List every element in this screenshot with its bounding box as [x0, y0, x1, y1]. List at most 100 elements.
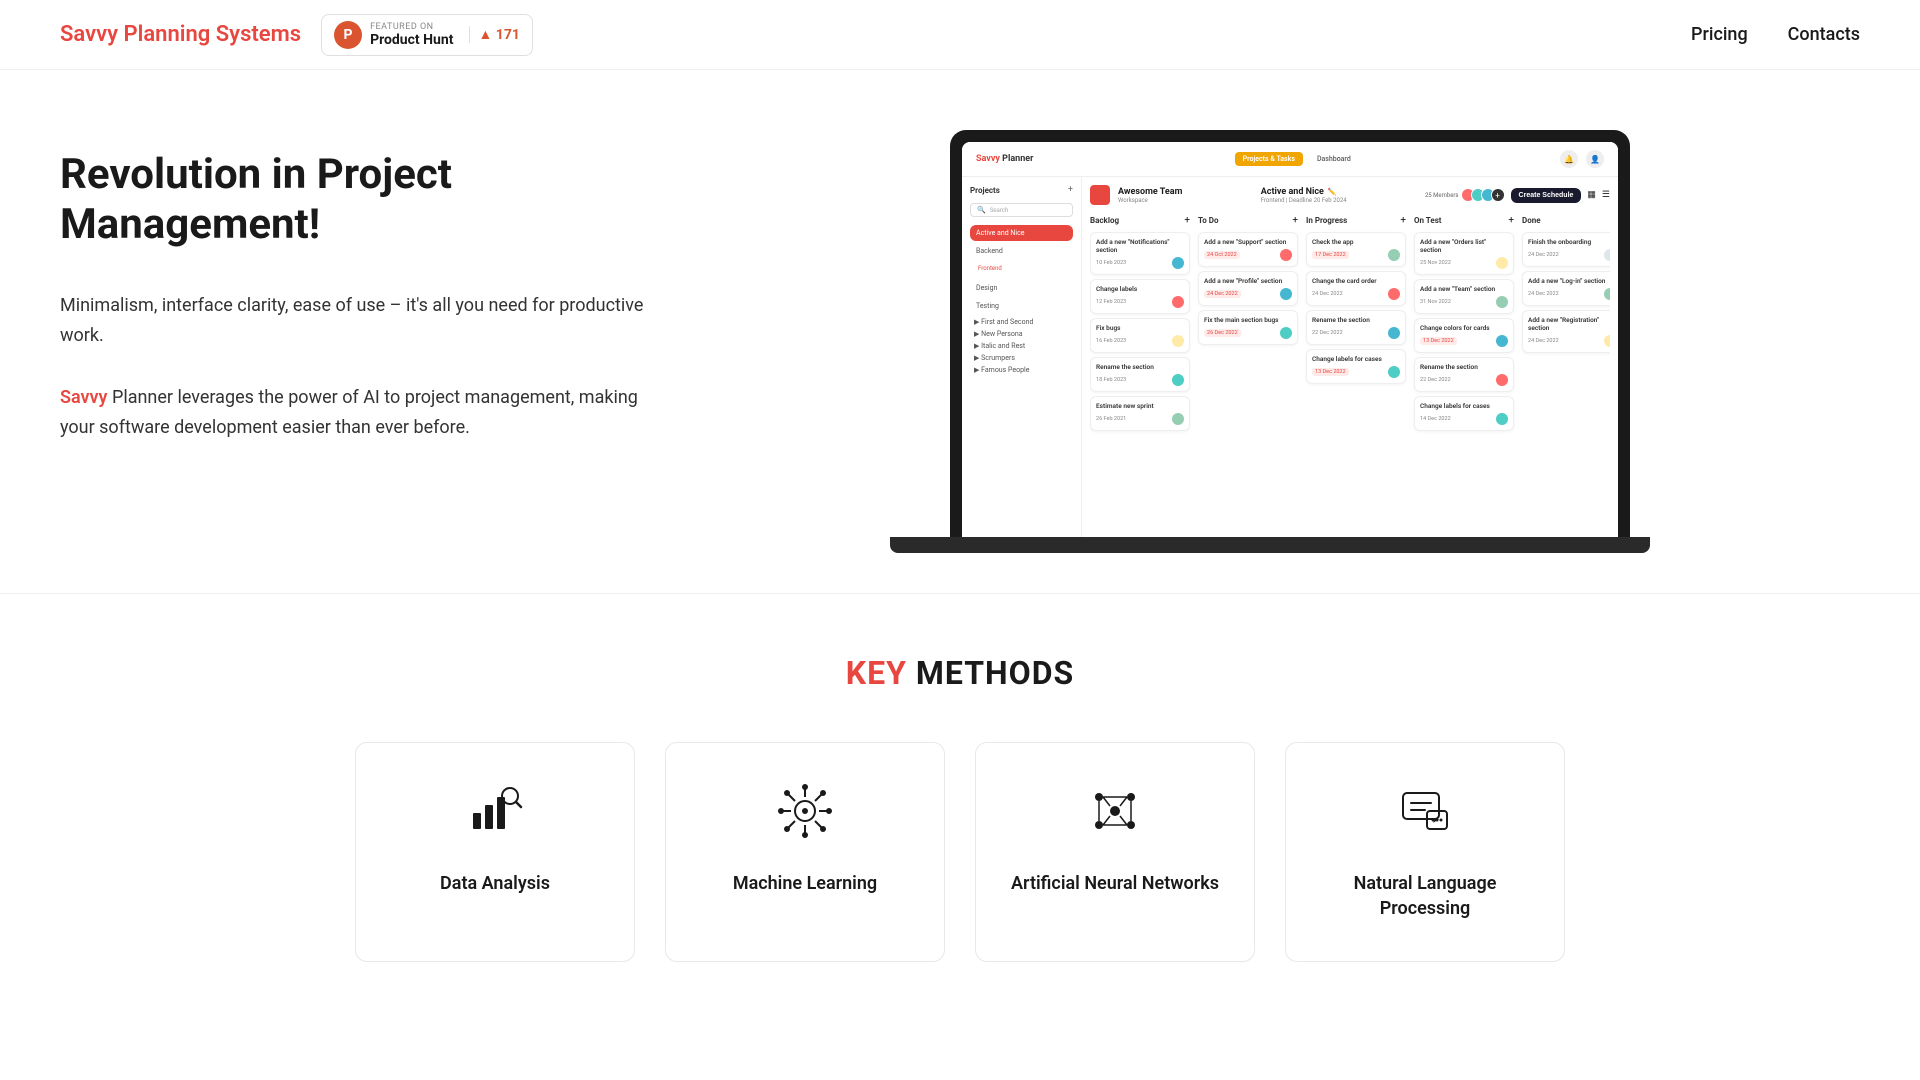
- sidebar-item-scrum[interactable]: ▶ Scrumpers: [970, 352, 1073, 364]
- app-tab-projects[interactable]: Projects & Tasks: [1235, 152, 1303, 166]
- nav-pricing[interactable]: Pricing: [1691, 24, 1748, 45]
- header-actions: 25 Members + Create Schedule: [1425, 188, 1610, 203]
- card-avatar: [1280, 327, 1292, 339]
- data-analysis-icon: [467, 783, 523, 851]
- avatar-icon[interactable]: 👤: [1586, 150, 1604, 168]
- hero-section: Revolution in Project Management! Minima…: [0, 70, 1920, 593]
- card-avatar: [1280, 288, 1292, 300]
- method-name-data-analysis: Data Analysis: [440, 871, 550, 896]
- nav-contacts[interactable]: Contacts: [1788, 24, 1860, 45]
- project-info: Active and Nice ✏️ Frontend | Deadline 2…: [1261, 187, 1347, 204]
- sidebar-item-famous[interactable]: ▶ Famous People: [970, 364, 1073, 376]
- card-profile: Add a new "Profile" section 24 Dec 2022: [1198, 271, 1298, 306]
- product-hunt-badge[interactable]: P FEATURED ON Product Hunt ▲ 171: [321, 14, 533, 56]
- project-name: Active and Nice ✏️: [1261, 187, 1347, 197]
- card-team: Add a new "Team" section 31 Nov 2022: [1414, 279, 1514, 314]
- card-notifications: Add a new "Notifications" section 10 Feb…: [1090, 232, 1190, 275]
- card-support: Add a new "Support" section 24 Oct 2022: [1198, 232, 1298, 267]
- project-meta: Frontend | Deadline 20 Feb 2024: [1261, 197, 1347, 204]
- kanban-col-done: Done + Finish the onboarding 24 Dec 2022: [1522, 215, 1610, 515]
- nlp-icon: [1397, 783, 1453, 851]
- app-main-header: Awesome Team Workspace Active and Nice ✏…: [1090, 185, 1610, 205]
- view-icon-list[interactable]: ☰: [1602, 190, 1610, 200]
- member-avatar-more: +: [1491, 188, 1505, 202]
- card-colors: Change colors for cards 13 Dec 2022: [1414, 318, 1514, 353]
- sidebar-add-icon[interactable]: +: [1068, 185, 1073, 195]
- search-icon: 🔍: [977, 206, 986, 214]
- sidebar-item-first[interactable]: ▶ First and Second: [970, 316, 1073, 328]
- method-card-neural-networks: Artificial Neural Networks: [975, 742, 1255, 962]
- bell-icon[interactable]: 🔔: [1560, 150, 1578, 168]
- todo-add[interactable]: +: [1292, 215, 1298, 226]
- app-tab-dashboard[interactable]: Dashboard: [1309, 152, 1359, 166]
- kanban-col-ontest: On Test + Add a new "Orders list" sectio…: [1414, 215, 1514, 515]
- card-avatar: [1172, 413, 1184, 425]
- sidebar-item-active-nice[interactable]: Active and Nice: [970, 225, 1073, 241]
- hero-title: Revolution in Project Management!: [60, 150, 660, 251]
- team-name: Awesome Team: [1118, 187, 1182, 197]
- backlog-add[interactable]: +: [1184, 215, 1190, 226]
- team-avatar: [1090, 185, 1110, 205]
- ontest-add[interactable]: +: [1508, 215, 1514, 226]
- app-mockup: Savvy Planner Projects & Tasks Dashboard…: [962, 142, 1618, 537]
- view-icon-grid[interactable]: ▦: [1587, 190, 1596, 200]
- team-info: Awesome Team Workspace: [1090, 185, 1182, 205]
- laptop-screen: Savvy Planner Projects & Tasks Dashboard…: [962, 142, 1618, 537]
- kanban-col-todo: To Do + Add a new "Support" section 24 O…: [1198, 215, 1298, 515]
- sidebar-item-frontend: Frontend: [970, 261, 1073, 276]
- app-content: Projects + 🔍 Search Active and Nice Back…: [962, 177, 1618, 537]
- card-avatar: [1388, 327, 1400, 339]
- laptop-base: [890, 537, 1650, 553]
- inprogress-add[interactable]: +: [1400, 215, 1406, 226]
- logo-text: Planning Systems: [118, 22, 301, 47]
- card-bugs: Fix bugs 16 Feb 2023: [1090, 318, 1190, 353]
- hero-description: Minimalism, interface clarity, ease of u…: [60, 291, 660, 444]
- card-main-bugs: Fix the main section bugs 26 Dec 2022: [1198, 310, 1298, 345]
- create-schedule-button[interactable]: Create Schedule: [1511, 188, 1582, 203]
- kanban-col-backlog: Backlog + Add a new "Notifications" sect…: [1090, 215, 1190, 515]
- card-labels-cases2: Change labels for cases 14 Dec 2022: [1414, 396, 1514, 431]
- card-avatar: [1172, 374, 1184, 386]
- card-onboarding: Finish the onboarding 24 Dec 2022: [1522, 232, 1610, 267]
- kanban-col-inprogress: In Progress + Check the app 17 Dec 2022: [1306, 215, 1406, 515]
- method-name-neural-networks: Artificial Neural Networks: [1011, 871, 1219, 896]
- edit-icon[interactable]: ✏️: [1328, 188, 1337, 196]
- methods-grid: Data Analysis: [100, 742, 1820, 962]
- method-name-machine-learning: Machine Learning: [733, 871, 877, 896]
- card-avatar: [1604, 335, 1610, 347]
- logo-savvy: Savvy: [60, 22, 118, 47]
- sidebar-title: Projects: [970, 186, 1000, 195]
- card-labels: Change labels 12 Feb 2023: [1090, 279, 1190, 314]
- laptop-frame: Savvy Planner Projects & Tasks Dashboard…: [950, 130, 1630, 537]
- sidebar-search[interactable]: 🔍 Search: [970, 203, 1073, 217]
- sidebar-item-backend[interactable]: Backend: [970, 243, 1073, 259]
- app-logo: Savvy Planner: [976, 154, 1033, 164]
- card-card-order: Change the card order 24 Dec 2022: [1306, 271, 1406, 306]
- app-topbar: Savvy Planner Projects & Tasks Dashboard…: [962, 142, 1618, 177]
- hero-mockup: Savvy Planner Projects & Tasks Dashboard…: [720, 130, 1860, 553]
- sidebar-item-italic[interactable]: ▶ Italic and Rest: [970, 340, 1073, 352]
- card-avatar: [1496, 374, 1508, 386]
- app-sidebar: Projects + 🔍 Search Active and Nice Back…: [962, 177, 1082, 537]
- card-avatar: [1388, 249, 1400, 261]
- card-avatar: [1496, 296, 1508, 308]
- app-tabs: Projects & Tasks Dashboard: [1235, 152, 1359, 166]
- team-workspace: Workspace: [1118, 197, 1182, 204]
- sidebar-item-design[interactable]: Design: [970, 280, 1073, 296]
- method-card-machine-learning: Machine Learning: [665, 742, 945, 962]
- method-card-nlp: Natural Language Processing: [1285, 742, 1565, 962]
- card-avatar: [1172, 257, 1184, 269]
- hero-text: Revolution in Project Management! Minima…: [60, 130, 660, 444]
- card-login: Add a new "Log-in" section 24 Dec 2022: [1522, 271, 1610, 306]
- method-name-nlp: Natural Language Processing: [1316, 871, 1534, 921]
- method-card-data-analysis: Data Analysis: [355, 742, 635, 962]
- product-hunt-text: FEATURED ON Product Hunt: [370, 22, 453, 48]
- card-orders: Add a new "Orders list" section 25 Nov 2…: [1414, 232, 1514, 275]
- card-avatar: [1280, 249, 1292, 261]
- sidebar-item-persona[interactable]: ▶ New Persona: [970, 328, 1073, 340]
- sidebar-item-testing[interactable]: Testing: [970, 298, 1073, 314]
- main-nav: Pricing Contacts: [1691, 24, 1860, 45]
- card-labels-cases: Change labels for cases 13 Dec 2022: [1306, 349, 1406, 384]
- card-rename3: Rename the section 22 Dec 2022: [1414, 357, 1514, 392]
- card-sprint: Estimate new sprint 26 Feb 2021: [1090, 396, 1190, 431]
